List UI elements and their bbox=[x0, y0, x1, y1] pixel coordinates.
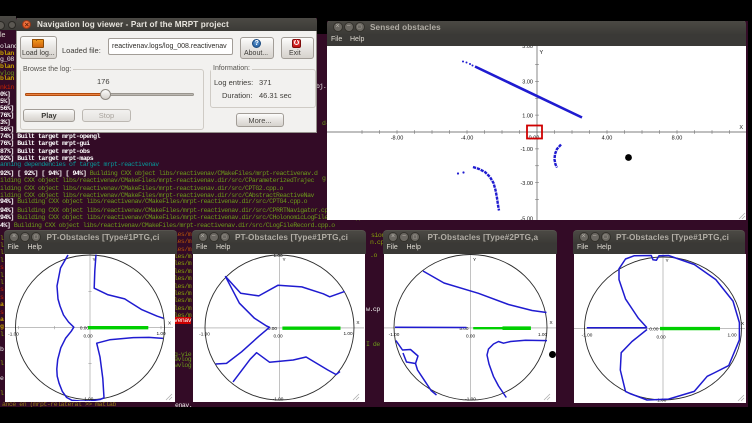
svg-text:-3.00: -3.00 bbox=[520, 180, 533, 186]
svg-text:0.00: 0.00 bbox=[79, 325, 89, 330]
svg-text:5.00: 5.00 bbox=[522, 46, 533, 50]
svg-text:-8.00: -8.00 bbox=[391, 135, 404, 141]
svg-text:X: X bbox=[356, 320, 360, 325]
svg-text:Y: Y bbox=[473, 257, 477, 262]
svg-text:-1.00: -1.00 bbox=[388, 332, 399, 337]
svg-text:-1.00: -1.00 bbox=[520, 147, 533, 153]
svg-text:-1.00: -1.00 bbox=[199, 331, 210, 336]
svg-text:1.00: 1.00 bbox=[273, 254, 283, 258]
svg-text:-1.00: -1.00 bbox=[273, 396, 284, 401]
svg-text:-1.00: -1.00 bbox=[465, 396, 476, 401]
svg-text:1.00: 1.00 bbox=[343, 331, 353, 336]
svg-text:-5.00: -5.00 bbox=[520, 216, 533, 219]
svg-text:X: X bbox=[741, 321, 745, 326]
svg-text:5.00: 5.00 bbox=[459, 325, 469, 330]
svg-text:1.00: 1.00 bbox=[522, 113, 533, 119]
svg-text:0.00: 0.00 bbox=[656, 334, 666, 339]
svg-text:-4.00: -4.00 bbox=[461, 135, 474, 141]
svg-text:Y: Y bbox=[283, 257, 287, 262]
svg-text:X: X bbox=[549, 320, 553, 325]
svg-text:X: X bbox=[168, 320, 172, 325]
svg-text:X: X bbox=[739, 125, 743, 131]
svg-text:Y: Y bbox=[666, 258, 670, 263]
svg-text:0.00: 0.00 bbox=[83, 333, 93, 338]
svg-text:4.00: 4.00 bbox=[602, 135, 613, 141]
svg-text:1.00: 1.00 bbox=[537, 332, 547, 337]
svg-text:1.00: 1.00 bbox=[156, 331, 166, 336]
svg-text:-1.00: -1.00 bbox=[8, 331, 19, 336]
svg-text:-1.00: -1.00 bbox=[582, 332, 593, 337]
svg-text:8.00: 8.00 bbox=[672, 135, 683, 141]
svg-text:0.00: 0.00 bbox=[465, 333, 475, 338]
svg-text:0.00: 0.00 bbox=[649, 326, 659, 331]
svg-text:Y: Y bbox=[540, 50, 544, 56]
svg-text:3.00: 3.00 bbox=[522, 79, 533, 85]
svg-text:1.00: 1.00 bbox=[727, 332, 737, 337]
svg-text:0.00: 0.00 bbox=[273, 333, 283, 338]
